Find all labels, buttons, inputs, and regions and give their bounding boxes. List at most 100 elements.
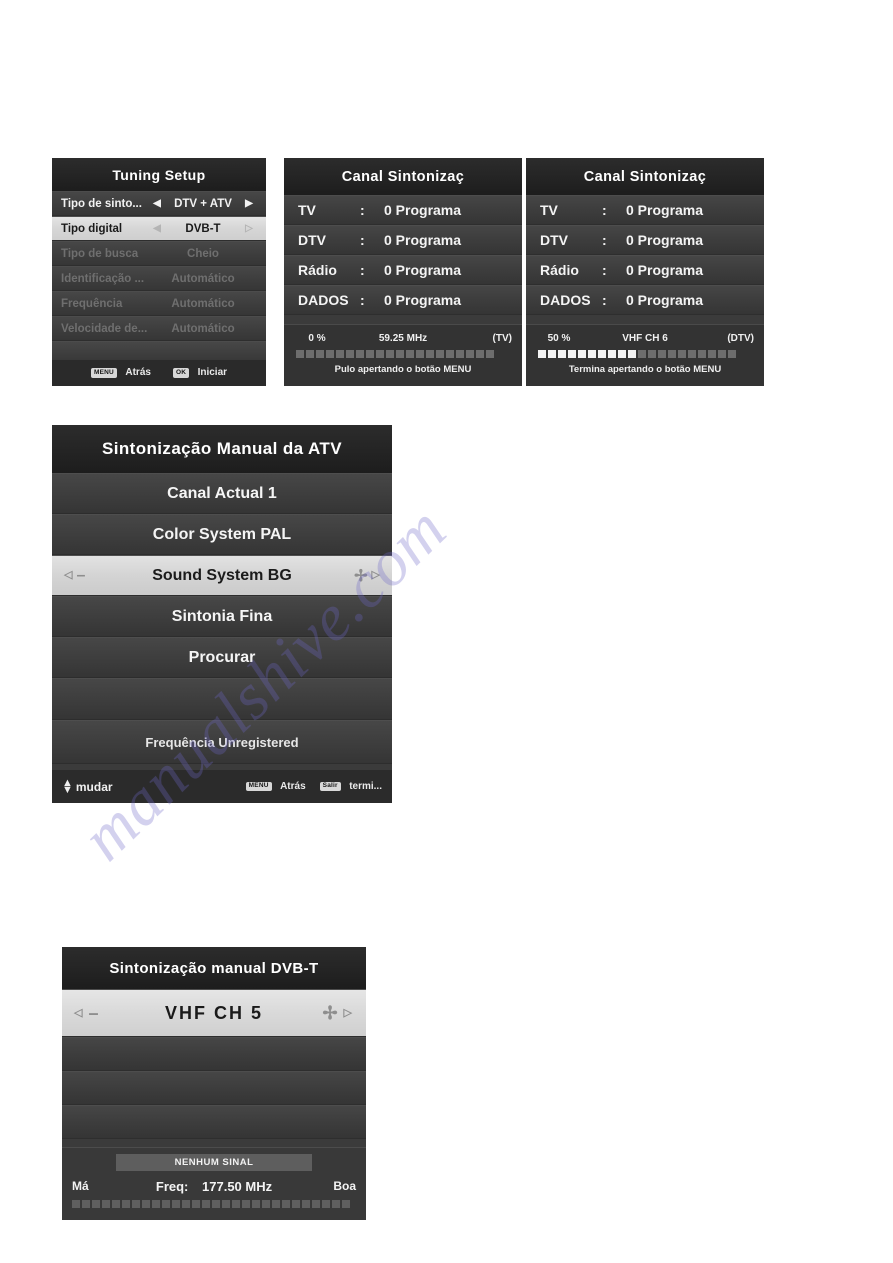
scan-status-line: 0 % 59.25 MHz (TV) <box>284 330 522 347</box>
plus-icon[interactable]: ✢ <box>322 1003 339 1024</box>
increment-control[interactable]: ✢ ▷ <box>322 1003 354 1024</box>
chevron-left-icon[interactable]: ◀ <box>149 198 165 209</box>
plus-icon[interactable]: ✢ <box>354 566 367 586</box>
row-colon: : <box>360 292 365 308</box>
minus-icon[interactable]: – <box>88 1003 100 1024</box>
exit-button[interactable]: Salir termi... <box>319 778 382 796</box>
progress-block <box>376 350 384 358</box>
atv-row-procurar[interactable]: Procurar <box>52 637 392 678</box>
menu-row-identificacao: Identificação ... ◀ Automático ▶ <box>52 266 266 291</box>
row-label: TV <box>540 202 558 218</box>
panel-title: Canal Sintonizaç <box>284 158 522 195</box>
chevron-right-icon[interactable]: ▷ <box>344 1007 354 1019</box>
progress-block <box>122 1200 130 1208</box>
row-label: Velocidade de... <box>61 322 148 335</box>
scan-frequency: 59.25 MHz <box>378 333 428 344</box>
atv-row-empty <box>52 678 392 720</box>
menu-row-velocidade: Velocidade de... ◀ Automático ▶ <box>52 316 266 341</box>
dvbt-row-empty <box>62 1105 366 1139</box>
progress-block <box>366 350 374 358</box>
progress-block <box>92 1200 100 1208</box>
row-value: 0 Programa <box>384 232 462 248</box>
progress-block <box>322 1200 330 1208</box>
row-label: Identificação ... <box>61 272 145 285</box>
progress-block <box>406 350 414 358</box>
progress-block <box>708 350 716 358</box>
atv-row-sound-system[interactable]: ◁ – Sound System BG ✢ ▷ <box>52 555 392 596</box>
footer-actions: MENU Atrás Salir termi... <box>245 778 382 796</box>
dvbt-row-empty <box>62 1037 366 1071</box>
progress-block <box>336 350 344 358</box>
scan-type-badge: (TV) <box>492 333 512 344</box>
progress-block <box>648 350 656 358</box>
chevron-right-icon[interactable]: ▷ <box>241 223 257 234</box>
atv-row-color-system[interactable]: Color System PAL <box>52 514 392 555</box>
progress-block <box>202 1200 210 1208</box>
row-value: DTV + ATV <box>174 197 232 210</box>
row-value: 0 Programa <box>626 232 704 248</box>
dvbt-row-empty <box>62 1071 366 1105</box>
row-label: Rádio <box>298 262 337 278</box>
row-label: VHF CH 5 <box>164 1002 263 1023</box>
progress-block <box>262 1200 270 1208</box>
decrement-control[interactable]: ◁ – <box>64 567 85 585</box>
chevron-left-icon[interactable]: ◁ <box>64 570 72 581</box>
progress-block <box>112 1200 120 1208</box>
chevron-right-icon[interactable]: ▶ <box>241 198 257 209</box>
scan-progress-panel-atv: Canal Sintonizaç TV : 0 Programa DTV : 0… <box>284 158 522 386</box>
row-colon: : <box>360 262 365 278</box>
row-label: Tipo de busca <box>61 247 139 260</box>
chevron-left-icon[interactable]: ◁ <box>74 1007 84 1019</box>
scan-row-dtv: DTV : 0 Programa <box>526 225 764 255</box>
progress-block <box>668 350 676 358</box>
progress-block <box>718 350 726 358</box>
scan-row-dados: DADOS : 0 Programa <box>284 285 522 315</box>
chevron-left-icon[interactable]: ◀ <box>149 223 165 234</box>
back-button[interactable]: MENU Atrás <box>245 778 306 796</box>
progress-block <box>172 1200 180 1208</box>
scan-progress-blocks <box>284 347 522 358</box>
atv-row-sintonia-fina[interactable]: Sintonia Fina <box>52 596 392 637</box>
scan-status-bar: 50 % VHF CH 6 (DTV) Termina apertando o … <box>526 324 764 386</box>
row-label: Tipo de sinto... <box>61 197 142 210</box>
scan-status-line: 50 % VHF CH 6 (DTV) <box>526 330 764 347</box>
row-label: DADOS <box>540 292 591 308</box>
back-button[interactable]: MENU Atrás <box>90 364 151 382</box>
scan-row-radio: Rádio : 0 Programa <box>284 255 522 285</box>
row-value: Automático <box>171 322 235 335</box>
scan-type-badge: (DTV) <box>727 333 754 344</box>
menu-row-tipo-digital[interactable]: Tipo digital ◀ DVB-T ▷ <box>52 216 266 241</box>
progress-block <box>538 350 546 358</box>
progress-block <box>688 350 696 358</box>
menu-row-tipo-de-sintonia[interactable]: Tipo de sinto... ◀ DTV + ATV ▶ <box>52 191 266 216</box>
scan-progress-blocks <box>526 347 764 358</box>
decrement-control[interactable]: ◁ – <box>74 1003 100 1024</box>
row-colon: : <box>602 202 607 218</box>
progress-block <box>628 350 636 358</box>
progress-block <box>272 1200 280 1208</box>
minus-icon[interactable]: – <box>76 567 85 585</box>
progress-block <box>486 350 494 358</box>
scan-status-bar: 0 % 59.25 MHz (TV) Pulo apertando o botã… <box>284 324 522 386</box>
menu-row-frequencia: Frequência ◀ Automático ▶ <box>52 291 266 316</box>
progress-block <box>456 350 464 358</box>
menu-row-tipo-de-busca: Tipo de busca ◀ Cheio ▶ <box>52 241 266 266</box>
progress-block <box>386 350 394 358</box>
progress-block <box>306 350 314 358</box>
progress-block <box>72 1200 80 1208</box>
progress-block <box>658 350 666 358</box>
row-label: Procurar <box>188 648 256 666</box>
start-button[interactable]: OK Iniciar <box>172 364 228 382</box>
increment-control[interactable]: ✢ ▷ <box>354 566 380 586</box>
progress-block <box>212 1200 220 1208</box>
dvbt-manual-tuning-panel: Sintonização manual DVB-T ◁ – VHF CH 5 ✢… <box>62 947 366 1220</box>
panel-title: Sintonização manual DVB-T <box>62 947 366 989</box>
menu-key-icon: MENU <box>90 368 117 378</box>
row-label: Frequência <box>61 297 123 310</box>
dvbt-signal-zone: NENHUM SINAL Má Freq: 177.50 MHz Boa <box>62 1147 366 1220</box>
row-label: Color System PAL <box>152 525 292 543</box>
start-label: Iniciar <box>197 367 228 379</box>
dvbt-row-channel[interactable]: ◁ – VHF CH 5 ✢ ▷ <box>62 989 366 1037</box>
atv-row-canal-actual[interactable]: Canal Actual 1 <box>52 473 392 514</box>
chevron-right-icon[interactable]: ▷ <box>372 570 380 581</box>
